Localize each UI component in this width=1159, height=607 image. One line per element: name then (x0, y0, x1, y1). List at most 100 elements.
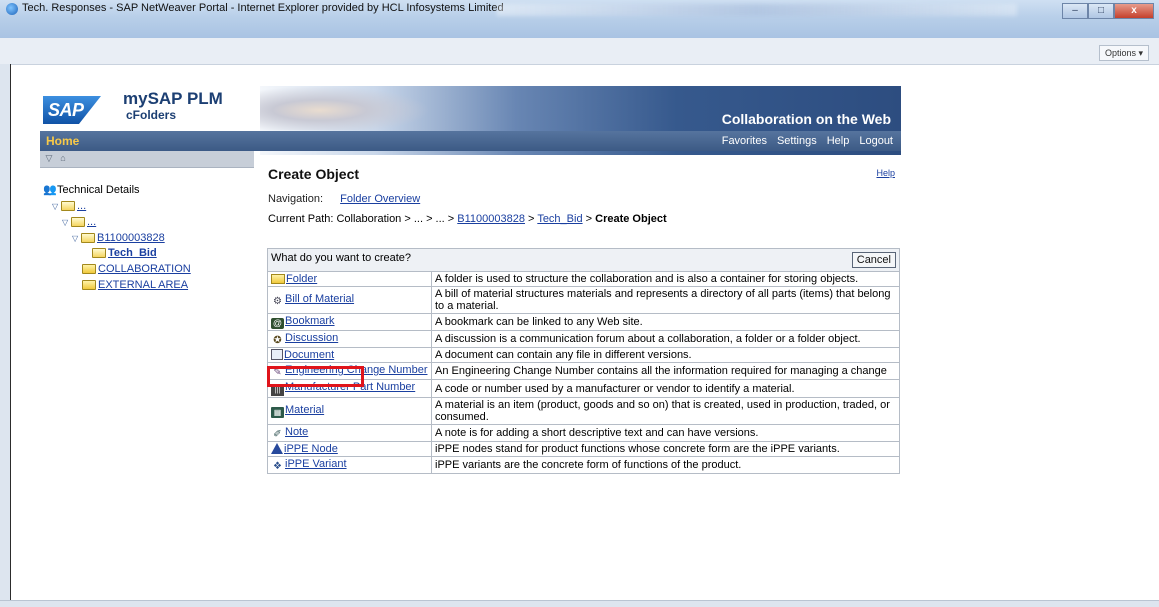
object-cell: Document (267, 347, 432, 363)
tab-home[interactable]: Home (46, 134, 79, 148)
folder-open-icon (81, 233, 95, 243)
create-ippe-node-link[interactable]: iPPE Node (284, 443, 338, 455)
folder-overview-link[interactable]: Folder Overview (340, 193, 420, 205)
table-row: ❖ iPPE Variant iPPE variants are the conc… (267, 456, 900, 474)
tree-root-label: Technical Details (57, 184, 140, 196)
table-header-cell: What do you want to create? Cancel (267, 248, 900, 272)
table-row: ▦ Material A material is an item (product… (267, 397, 900, 425)
window-title: Tech. Responses - SAP NetWeaver Portal -… (22, 2, 504, 14)
sap-logo: SAP (43, 96, 101, 124)
tree-item-collapsed-2[interactable]: ▽ ... (62, 216, 96, 228)
path-collaboration: Collaboration (336, 213, 402, 225)
left-frame-border (0, 64, 11, 606)
table-row: ✪ Discussion A discussion is a communicat… (267, 330, 900, 348)
tree-root: 👥 Technical Details (43, 184, 140, 196)
path-current: Create Object (595, 213, 667, 225)
object-description: A discussion is a communication forum ab… (431, 330, 900, 348)
create-document-link[interactable]: Document (284, 349, 334, 361)
create-note-link[interactable]: Note (285, 426, 308, 438)
tree-item-label[interactable]: ... (77, 200, 86, 212)
product-subtitle: cFolders (126, 108, 177, 122)
create-mpn-link[interactable]: Manufacturer Part Number (285, 381, 415, 393)
folder-icon (82, 280, 96, 290)
create-material-link[interactable]: Material (285, 404, 324, 416)
object-cell: ❖ iPPE Variant (267, 456, 432, 474)
tree-item-label[interactable]: Tech_Bid (108, 247, 157, 259)
window-titlebar: Tech. Responses - SAP NetWeaver Portal -… (0, 0, 1159, 39)
folder-open-icon (61, 201, 75, 211)
path-separator: > (582, 213, 596, 225)
settings-link[interactable]: Settings (777, 135, 817, 147)
bom-icon: ⚙ (273, 296, 282, 307)
create-bom-link[interactable]: Bill of Material (285, 293, 354, 305)
folder-icon (271, 274, 285, 284)
favorites-link[interactable]: Favorites (722, 135, 767, 147)
product-name: mySAP PLM (123, 89, 223, 108)
discussion-icon: ✪ (273, 335, 282, 346)
tree-item-tech-bid[interactable]: Tech_Bid (92, 247, 157, 259)
top-links: Favorites Settings Help Logout (722, 135, 893, 147)
folder-open-icon (71, 217, 85, 227)
close-button[interactable]: x (1114, 3, 1154, 19)
material-icon: ▦ (271, 407, 284, 418)
users-icon: 👥 (43, 183, 57, 196)
collapse-icon[interactable]: ▽ (44, 153, 54, 163)
navigation-label: Navigation: (268, 193, 324, 205)
tree-item-label[interactable]: B1100003828 (97, 232, 165, 244)
breadcrumb: Current Path: Collaboration > ... > ... … (268, 213, 667, 225)
tree-item-label[interactable]: ... (87, 216, 96, 228)
tree-item-collaboration[interactable]: COLLABORATION (82, 263, 191, 275)
ippe-variant-icon: ❖ (273, 461, 282, 472)
folder-icon (82, 264, 96, 274)
table-row: ✎ Engineering Change Number An Engineerin… (267, 362, 900, 380)
table-row: ✐ Note A note is for adding a short descr… (267, 424, 900, 442)
object-description: An Engineering Change Number contains al… (431, 362, 900, 380)
page-title: Create Object (268, 166, 360, 182)
help-link-top[interactable]: Help (827, 135, 850, 147)
folder-tree: 👥 Technical Details ▽ ... ▽ ... ▽ B11000… (40, 174, 254, 324)
navigation-line: Navigation: Folder Overview (268, 193, 420, 205)
options-button[interactable]: Options ▾ (1098, 45, 1149, 61)
create-ippe-variant-link[interactable]: iPPE Variant (285, 458, 347, 470)
internet-explorer-icon (6, 3, 18, 15)
banner-photo (260, 86, 430, 130)
object-type-table: What do you want to create? Cancel Folde… (267, 248, 900, 474)
home-icon[interactable]: ⌂ (58, 153, 68, 163)
table-row: Folder A folder is used to structure the… (267, 271, 900, 287)
path-separator: > ... > ... > (401, 213, 458, 225)
main-content: Create Object Help Navigation: Folder Ov… (263, 156, 903, 576)
minimize-button[interactable]: – (1062, 3, 1088, 19)
tree-item-external-area[interactable]: EXTERNAL AREA (82, 279, 188, 291)
navigation-toolbar: ▽ ⌂ (40, 151, 254, 168)
path-link-tech-bid[interactable]: Tech_Bid (537, 213, 582, 225)
table-row: iPPE Node iPPE nodes stand for product f… (267, 441, 900, 457)
create-bookmark-link[interactable]: Bookmark (285, 315, 335, 327)
top-navigation-bar: Home Favorites Settings Help Logout (40, 131, 901, 151)
expand-icon[interactable]: ▽ (52, 202, 59, 211)
object-description: iPPE nodes stand for product functions w… (431, 441, 900, 457)
document-icon (271, 349, 283, 360)
maximize-button[interactable]: □ (1088, 3, 1114, 19)
tree-item-b1100003828[interactable]: ▽ B1100003828 (72, 232, 165, 244)
create-ecn-link[interactable]: Engineering Change Number (285, 364, 427, 376)
help-link[interactable]: Help (876, 168, 895, 178)
create-folder-link[interactable]: Folder (286, 273, 317, 285)
object-description: A note is for adding a short descriptive… (431, 424, 900, 442)
object-cell: Folder (267, 271, 432, 287)
cancel-button[interactable]: Cancel (851, 252, 896, 268)
tree-item-collapsed-1[interactable]: ▽ ... (52, 200, 86, 212)
object-cell: ✎ Engineering Change Number (267, 362, 432, 380)
expand-icon[interactable]: ▽ (72, 234, 79, 243)
object-cell: @ Bookmark (267, 313, 432, 331)
object-cell: ✪ Discussion (267, 330, 432, 348)
logout-link[interactable]: Logout (859, 135, 893, 147)
object-description: A code or number used by a manufacturer … (431, 379, 900, 398)
create-discussion-link[interactable]: Discussion (285, 332, 338, 344)
object-cell: ▦ Material (267, 397, 432, 425)
blurred-title-area (497, 4, 1017, 16)
expand-icon[interactable]: ▽ (62, 218, 69, 227)
tree-item-label[interactable]: COLLABORATION (98, 263, 191, 275)
object-cell: iPPE Node (267, 441, 432, 457)
path-link-b1100003828[interactable]: B1100003828 (457, 213, 525, 225)
tree-item-label[interactable]: EXTERNAL AREA (98, 279, 188, 291)
